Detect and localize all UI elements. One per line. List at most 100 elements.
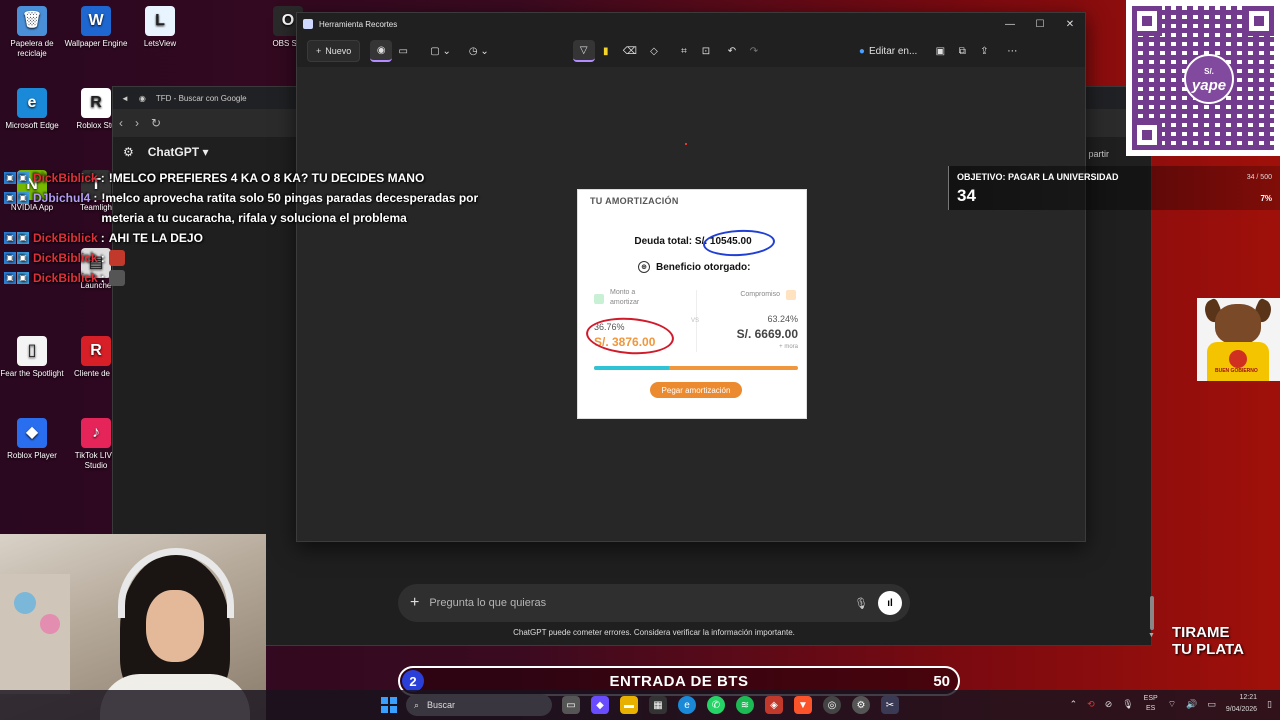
clock[interactable]: 12:21 9/04/2026 bbox=[1226, 692, 1257, 716]
desktop-icon[interactable]: ◆ Roblox Player bbox=[0, 418, 64, 461]
emote-icon bbox=[108, 250, 125, 266]
forward-icon[interactable]: › bbox=[135, 116, 139, 130]
chat-username: DickBiblick bbox=[33, 251, 98, 265]
badge-icon: ▣ bbox=[17, 192, 29, 204]
snip-shape-dropdown[interactable]: ▢ ⌄ bbox=[424, 40, 457, 62]
amortize-label-2: amortizar bbox=[610, 299, 640, 306]
obs-icon[interactable]: ◎ bbox=[823, 696, 841, 714]
plus-icon[interactable]: + bbox=[410, 594, 419, 612]
desktop-icon[interactable]: ▯ Fear the Spotlight bbox=[0, 336, 64, 379]
webcam-shelf bbox=[0, 574, 70, 694]
share-icon[interactable]: ⇪ bbox=[973, 40, 995, 62]
file-explorer-icon[interactable]: ▬ bbox=[620, 696, 638, 714]
game-app-icon[interactable]: ◈ bbox=[765, 696, 783, 714]
amortize-header: Monto a amortizar bbox=[594, 288, 639, 308]
badge-icon: ▣ bbox=[4, 272, 16, 284]
microphone-tray-icon[interactable]: 🎙 bbox=[1122, 699, 1133, 710]
model-selector[interactable]: ChatGPT ▾ bbox=[148, 145, 209, 159]
brave-icon[interactable]: ▼ bbox=[794, 696, 812, 714]
language-indicator[interactable]: ESP ES bbox=[1144, 694, 1158, 714]
chat-message: ▣ ▣ DickBiblick: bbox=[0, 248, 500, 268]
chat-text: AHI TE LA DEJO bbox=[108, 231, 203, 245]
wifi-icon[interactable]: ⌔ bbox=[1168, 699, 1176, 710]
desktop-icon[interactable]: W Wallpaper Engine bbox=[64, 6, 128, 49]
browser-tab-title[interactable]: TFD - Buscar con Google bbox=[156, 94, 247, 103]
callout-line-1: TIRAME bbox=[1172, 624, 1230, 641]
windows-start-icon[interactable] bbox=[381, 697, 397, 713]
plus-icon: + bbox=[316, 46, 322, 56]
share-button[interactable]: partir bbox=[1088, 149, 1109, 159]
maximize-icon[interactable]: ☐ bbox=[1025, 13, 1055, 35]
reload-icon[interactable]: ↻ bbox=[151, 116, 161, 130]
close-icon[interactable]: ✕ bbox=[1055, 13, 1085, 35]
amortization-progress bbox=[594, 366, 798, 370]
whatsapp-icon[interactable]: ✆ bbox=[707, 696, 725, 714]
edge-icon[interactable]: e bbox=[678, 696, 696, 714]
snip-toolbar: + Nuevo ◉ ▭ ▢ ⌄ ◷ ⌄ ▽ ▮ ⌫ ◇ ⌗ ⊡ ↶ ↷ ● Ed… bbox=[297, 35, 1085, 67]
battery-icon[interactable]: ▭ bbox=[1207, 699, 1216, 710]
qr-finder bbox=[1132, 6, 1162, 36]
microphone-icon[interactable]: 🎙 bbox=[854, 597, 868, 610]
badge-icon: ▣ bbox=[17, 232, 29, 244]
scrollbar-thumb[interactable] bbox=[1150, 596, 1154, 630]
prompt-input[interactable] bbox=[429, 597, 845, 609]
new-snip-button[interactable]: + Nuevo bbox=[307, 40, 361, 62]
desktop-icon[interactable]: 🗑 Papelera de reciclaje bbox=[0, 6, 64, 59]
more-options-icon[interactable]: ⋯ bbox=[1001, 40, 1023, 62]
pay-amortization-button[interactable]: Pegar amortización bbox=[650, 382, 742, 398]
browser-menu-icon[interactable]: ◄ bbox=[121, 94, 129, 103]
pen-tool-icon[interactable]: ▽ bbox=[572, 40, 595, 62]
amortize-label-1: Monto a bbox=[610, 289, 636, 296]
snipping-tool-icon[interactable]: ✂ bbox=[881, 696, 899, 714]
blue-ink-circle bbox=[702, 228, 776, 258]
scroll-down-icon[interactable]: ▼ bbox=[1148, 632, 1155, 639]
undo-icon[interactable]: ↶ bbox=[721, 40, 743, 62]
shirt-text: BUEN GOBIERNO bbox=[1215, 368, 1258, 374]
edit-in-button[interactable]: ● Editar en... bbox=[853, 40, 923, 62]
tray-chevron-icon[interactable]: ⌃ bbox=[1070, 699, 1078, 710]
qr-finder bbox=[1132, 120, 1162, 150]
delay-timer-dropdown[interactable]: ◷ ⌄ bbox=[463, 40, 495, 62]
save-icon[interactable]: ▣ bbox=[929, 40, 951, 62]
highlighter-icon[interactable]: ▮ bbox=[595, 40, 617, 62]
notification-icon[interactable]: ▯ bbox=[1267, 699, 1272, 710]
chat-separator: : bbox=[100, 231, 105, 245]
voice-mode-icon[interactable]: ıl bbox=[878, 591, 902, 615]
minimize-icon[interactable]: — bbox=[995, 13, 1025, 35]
chatgpt-header: ⚙ ChatGPT ▾ bbox=[123, 145, 208, 159]
badge-icon: ▣ bbox=[17, 172, 29, 184]
edit-in-label: Editar en... bbox=[868, 45, 918, 57]
network-icon[interactable]: ⊘ bbox=[1105, 699, 1113, 710]
redo-icon[interactable]: ↷ bbox=[743, 40, 765, 62]
openai-logo-icon[interactable]: ⚙ bbox=[123, 145, 134, 159]
tray-app-icon[interactable]: ⟲ bbox=[1087, 699, 1095, 710]
chat-badges: ▣ ▣ bbox=[4, 172, 29, 184]
chat-badges: ▣ ▣ bbox=[4, 252, 29, 264]
store-icon[interactable]: ▦ bbox=[649, 696, 667, 714]
benefit-row: ⊕ Beneficio otorgado: bbox=[638, 261, 750, 273]
chat-message: ▣ ▣ DickBiblick: AHI TE LA DEJO bbox=[0, 228, 500, 248]
volume-icon[interactable]: 🔊 bbox=[1186, 699, 1197, 710]
shapes-icon[interactable]: ◇ bbox=[643, 40, 665, 62]
crop-icon[interactable]: ⌗ bbox=[673, 40, 695, 62]
desktop-icon[interactable]: L LetsView bbox=[128, 6, 192, 49]
red-ink-circle bbox=[584, 314, 676, 358]
chat-text: !MELCO PREFIERES 4 KA O 8 KA? TU DECIDES… bbox=[108, 171, 425, 185]
chatgpt-app-icon[interactable]: ⚙ bbox=[852, 696, 870, 714]
video-mode-icon[interactable]: ▭ bbox=[392, 40, 414, 62]
taskbar-search[interactable]: ⌕ Buscar bbox=[406, 694, 552, 716]
task-view-icon[interactable]: ▭ bbox=[562, 696, 580, 714]
spotify-icon[interactable]: ≋ bbox=[736, 696, 754, 714]
badge-icon: ▣ bbox=[17, 272, 29, 284]
copilot-icon[interactable]: ◆ bbox=[591, 696, 609, 714]
copy-icon[interactable]: ⧉ bbox=[951, 40, 973, 62]
back-icon[interactable]: ‹ bbox=[119, 116, 123, 130]
new-snip-label: Nuevo bbox=[325, 46, 352, 56]
eraser-icon[interactable]: ⌫ bbox=[617, 40, 643, 62]
commitment-amount: S/. 6669.00 bbox=[736, 327, 798, 341]
desktop-icon[interactable]: e Microsoft Edge bbox=[0, 88, 64, 131]
window-controls: — ☐ ✕ bbox=[995, 13, 1085, 35]
paint-icon: ● bbox=[858, 45, 865, 57]
screenshot-mode-icon[interactable]: ◉ bbox=[370, 40, 393, 62]
text-action-icon[interactable]: ⊡ bbox=[695, 40, 717, 62]
